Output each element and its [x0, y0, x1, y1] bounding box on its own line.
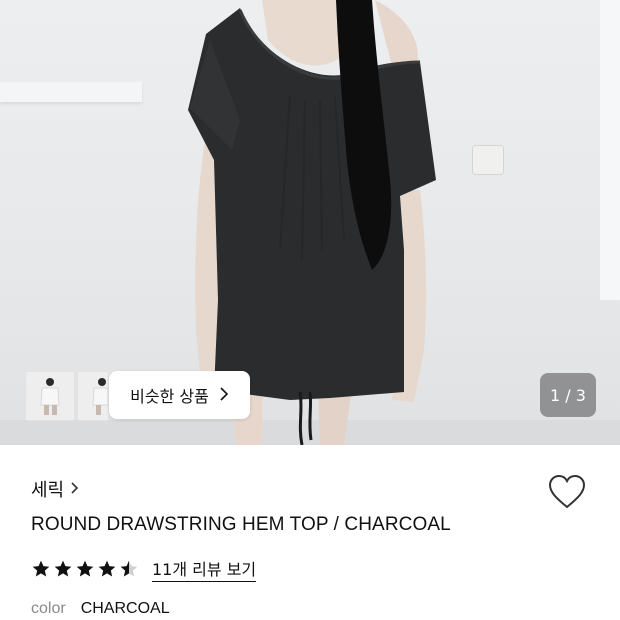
- gallery-thumbnail[interactable]: [25, 371, 75, 421]
- color-label: color: [31, 600, 66, 617]
- review-link[interactable]: 11개 리뷰 보기: [152, 556, 257, 582]
- thumbnail-image: [26, 372, 74, 420]
- color-value: CHARCOAL: [80, 600, 170, 617]
- image-counter: 1 / 3: [540, 373, 596, 417]
- similar-products-button[interactable]: 비슷한 상품: [109, 371, 250, 419]
- brand-name: 세릭: [31, 480, 65, 501]
- star-half-icon: [120, 560, 138, 577]
- gallery-thumbnail[interactable]: [77, 371, 109, 421]
- brand-link[interactable]: 세릭: [31, 476, 79, 502]
- star-icon: [54, 560, 72, 577]
- star-rating: [31, 559, 139, 579]
- thumbnail-image: [78, 372, 108, 420]
- similar-products-label: 비슷한 상품: [130, 387, 209, 406]
- star-icon: [76, 560, 94, 577]
- wishlist-heart-icon[interactable]: [548, 474, 586, 510]
- star-icon: [98, 560, 116, 577]
- color-row: color CHARCOAL: [31, 600, 170, 618]
- rating-row: 11개 리뷰 보기: [31, 556, 257, 582]
- product-title: ROUND DRAWSTRING HEM TOP / CHARCOAL: [31, 514, 451, 535]
- chevron-right-icon: [219, 386, 229, 405]
- star-icon: [32, 560, 50, 577]
- chevron-right-icon: [70, 480, 79, 499]
- product-image-gallery[interactable]: 비슷한 상품 1 / 3: [0, 0, 620, 445]
